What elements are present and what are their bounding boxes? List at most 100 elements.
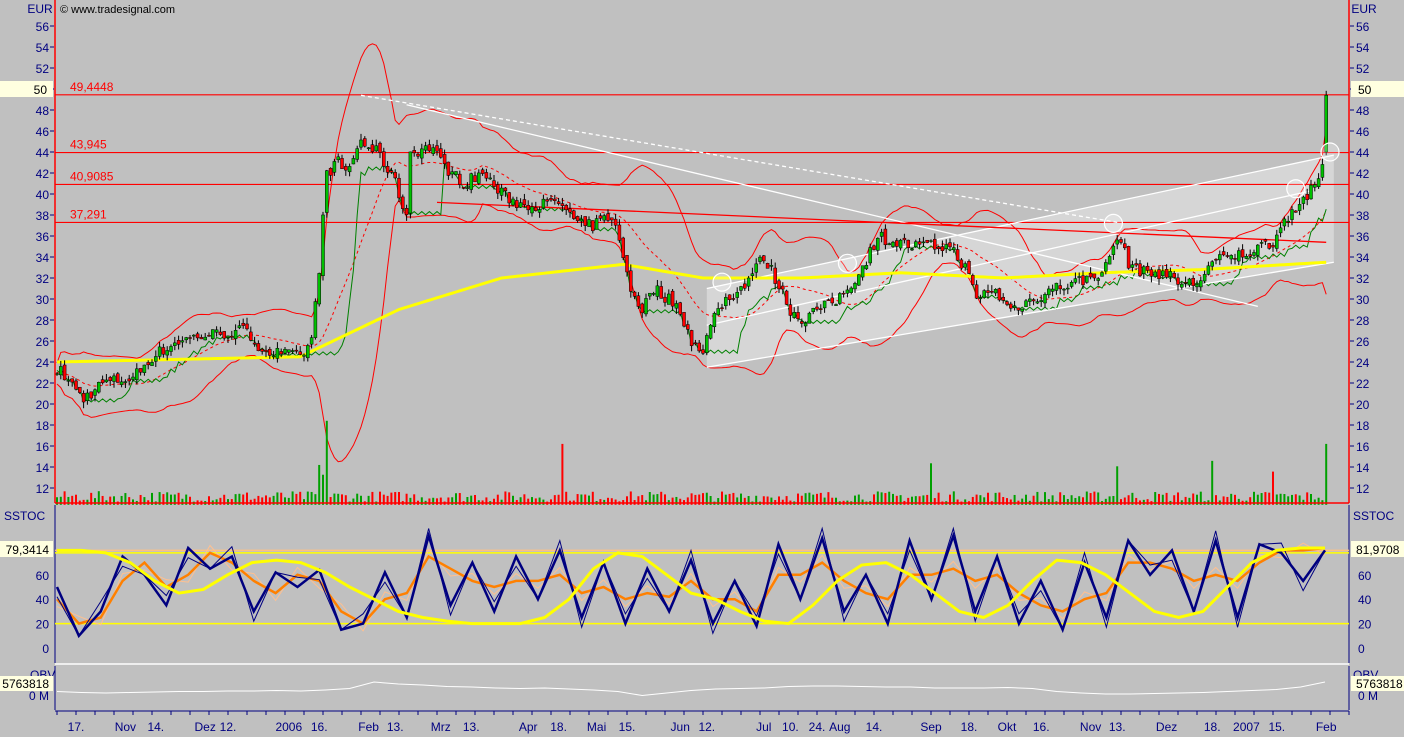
volume-bar — [527, 498, 530, 505]
candle — [1126, 245, 1131, 270]
candle — [116, 372, 120, 383]
candle-body — [249, 331, 253, 341]
candle-body — [632, 291, 637, 297]
date-tick-label: Jun — [671, 720, 690, 734]
candle — [420, 143, 424, 165]
candle-body — [1153, 271, 1157, 277]
candle-body — [492, 180, 496, 187]
candle — [887, 242, 891, 246]
level-label: 43,945 — [70, 138, 107, 152]
candle — [651, 291, 656, 297]
candle — [112, 373, 116, 388]
candle-body — [701, 349, 705, 354]
candle-body — [1054, 282, 1059, 291]
price-tick-label: 44 — [36, 146, 50, 160]
candle — [606, 209, 610, 222]
date-tick-label: Nov — [1080, 720, 1101, 734]
volume-bar — [230, 499, 233, 505]
candle — [142, 364, 147, 376]
price-tick-label: 28 — [36, 314, 50, 328]
candle-body — [1297, 204, 1302, 211]
candle-body — [993, 289, 998, 294]
volume-bar — [717, 498, 720, 505]
price-panel: 49,4448 43,945 40,9085 37,291 — [54, 0, 1350, 505]
candle — [370, 139, 375, 154]
candle-body — [252, 342, 257, 345]
date-tick-label: 15. — [619, 720, 636, 734]
obv-panel: OBV OBV — [30, 666, 1378, 710]
candle — [518, 198, 523, 208]
candle-body — [636, 295, 641, 307]
candle-body — [142, 364, 147, 373]
candle-body — [822, 300, 827, 309]
volume-bar — [409, 497, 412, 505]
date-tick-label: 15. — [1268, 720, 1285, 734]
candle — [74, 378, 78, 391]
sstoc-panel: SSTOC SSTOC — [4, 505, 1394, 665]
candle-body — [420, 148, 424, 159]
candle-body — [340, 158, 344, 170]
candle — [287, 349, 291, 356]
candle-body — [507, 192, 511, 204]
candle — [591, 220, 595, 234]
date-tick-label: Jul — [756, 720, 771, 734]
candle — [602, 213, 606, 223]
candle-body — [1259, 242, 1264, 244]
candle-body — [693, 342, 698, 345]
price-tick-label: 14 — [1356, 461, 1370, 475]
candle-body — [1191, 277, 1195, 286]
candle-body — [952, 247, 956, 251]
candle-body — [74, 380, 78, 390]
candle — [461, 186, 466, 190]
volume-bar — [930, 463, 932, 505]
level-label: 49,4448 — [70, 80, 114, 94]
candle-body — [1085, 275, 1089, 283]
candle — [439, 142, 443, 159]
candle — [762, 254, 766, 264]
candle-body — [116, 373, 120, 383]
candle-body — [872, 245, 876, 250]
candle-body — [689, 330, 694, 346]
candle — [678, 301, 682, 317]
date-tick-label: Mai — [587, 720, 606, 734]
volume-bar — [287, 497, 290, 505]
candle — [355, 145, 359, 163]
candle — [689, 329, 694, 352]
candle-body — [378, 142, 382, 153]
price-tick-label: 18 — [36, 419, 50, 433]
sstoc-tick-label: 20 — [1358, 618, 1372, 632]
price-tick-label: 20 — [1356, 398, 1370, 412]
candle — [458, 170, 462, 189]
candle-body — [640, 303, 644, 314]
candle-body — [617, 224, 622, 241]
candle — [180, 336, 185, 348]
candle — [541, 194, 546, 210]
candle-body — [484, 172, 489, 179]
candle-body — [1172, 273, 1176, 278]
candle-body — [1221, 251, 1226, 256]
candle — [667, 289, 671, 305]
candle — [891, 240, 895, 248]
price-tick-label: 42 — [36, 167, 50, 181]
candle — [359, 133, 363, 150]
candle — [454, 171, 458, 176]
candle — [431, 143, 435, 156]
candle-body — [480, 169, 485, 174]
candle-body — [245, 323, 249, 330]
marker-circle — [1320, 142, 1340, 162]
candle-body — [537, 209, 542, 213]
currency-right: EUR — [1351, 2, 1377, 16]
candle — [264, 345, 268, 358]
candle-body — [1176, 277, 1180, 285]
candle — [914, 239, 918, 249]
obv-zero-label-left: 0 M — [29, 689, 49, 703]
price-tick-label: 26 — [36, 335, 50, 349]
candle-body — [408, 151, 413, 214]
price-tick-label: 34 — [36, 251, 50, 265]
candle-body — [963, 263, 967, 268]
candle-body — [173, 342, 177, 346]
candle-body — [518, 202, 523, 208]
price-tick-label: 40 — [1356, 188, 1370, 202]
candle-body — [123, 381, 128, 383]
candle-body — [948, 242, 952, 248]
